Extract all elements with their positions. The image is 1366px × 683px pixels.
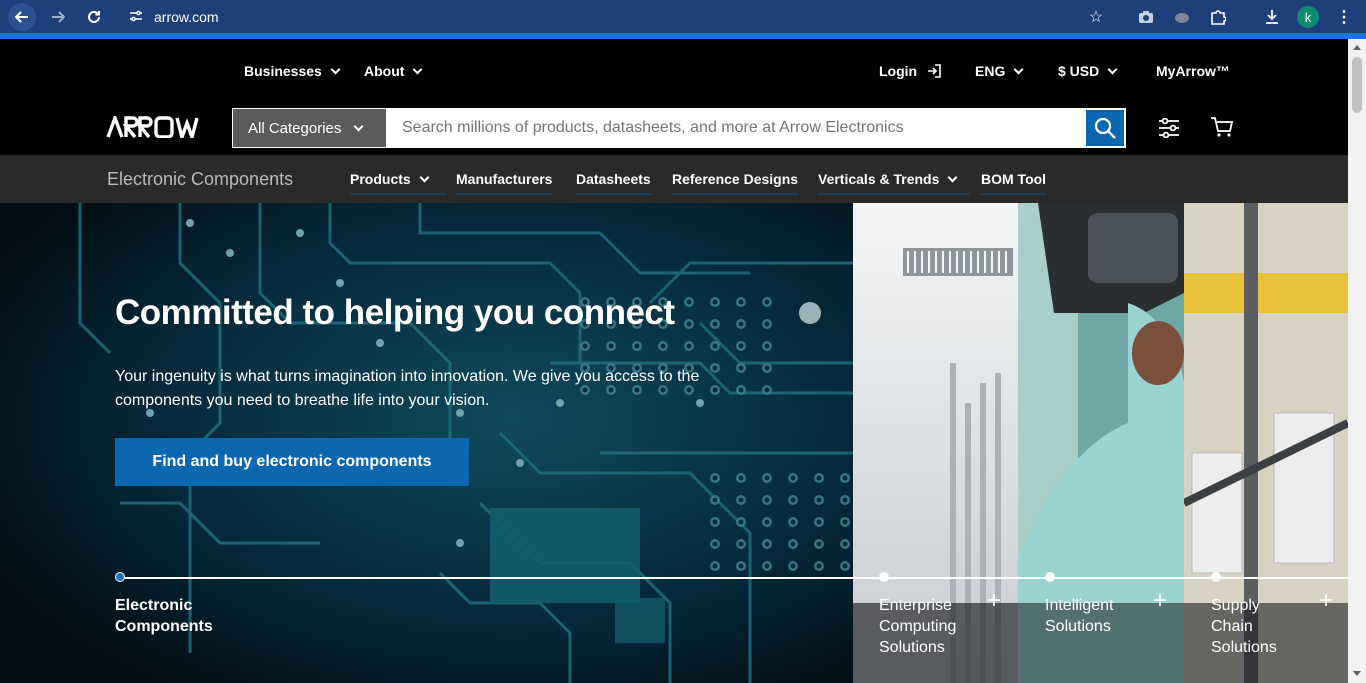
chevron-down-icon bbox=[330, 64, 341, 74]
nav-about-label: About bbox=[364, 63, 405, 79]
arrow-right-icon bbox=[52, 11, 65, 23]
segment-label-line: Electronic bbox=[115, 597, 193, 614]
search-input[interactable] bbox=[386, 109, 1086, 147]
chevron-down-icon bbox=[412, 64, 423, 74]
segment-label-line: Solutions bbox=[1045, 618, 1111, 635]
camera-extension-icon[interactable] bbox=[1136, 5, 1156, 29]
subnav-item-label: Reference Designs bbox=[672, 171, 799, 187]
vertical-scrollbar[interactable] bbox=[1348, 39, 1366, 683]
subnav-item-reference-designs[interactable]: Reference Designs bbox=[672, 171, 799, 195]
segment-label-line: Supply bbox=[1211, 597, 1260, 614]
chevron-down-icon bbox=[353, 121, 364, 131]
plus-icon[interactable]: + bbox=[1319, 589, 1333, 613]
category-label: All Categories bbox=[248, 119, 342, 137]
subnav-brand[interactable]: Electronic Components bbox=[107, 169, 293, 190]
subnav-item-label: Manufacturers bbox=[456, 171, 553, 187]
segment-label-line: Solutions bbox=[1211, 639, 1277, 656]
segment-label-supply-chain[interactable]: Supply Chain Solutions bbox=[1211, 595, 1277, 658]
subnav-item-label: Datasheets bbox=[576, 171, 651, 187]
category-subnav: Electronic Components Products Manufactu… bbox=[0, 155, 1348, 203]
scrollbar-thumb[interactable] bbox=[1352, 57, 1362, 113]
hero-description: Your ingenuity is what turns imagination… bbox=[115, 368, 700, 409]
bookmark-star-icon[interactable]: ☆ bbox=[1086, 5, 1106, 29]
chevron-down-icon bbox=[1013, 64, 1024, 74]
search-icon bbox=[1094, 117, 1116, 139]
puzzle-icon[interactable] bbox=[1208, 5, 1228, 29]
segment-label-intelligent[interactable]: Intelligent Solutions bbox=[1045, 595, 1114, 637]
scroll-down-arrow-icon[interactable] bbox=[1353, 671, 1361, 676]
subnav-item-verticals-trends[interactable]: Verticals & Trends bbox=[818, 171, 970, 195]
segment-dot-intelligent[interactable] bbox=[1045, 572, 1055, 582]
subnav-item-datasheets[interactable]: Datasheets bbox=[576, 171, 651, 195]
chevron-down-icon bbox=[419, 172, 430, 182]
download-icon[interactable] bbox=[1262, 5, 1282, 29]
plus-icon[interactable]: + bbox=[1153, 589, 1167, 613]
subnav-item-label: BOM Tool bbox=[981, 171, 1047, 187]
segment-dot-supply-chain[interactable] bbox=[1211, 572, 1221, 582]
back-button[interactable] bbox=[8, 3, 36, 31]
segment-label-electronic-components[interactable]: Electronic Components bbox=[115, 595, 213, 637]
search-bar: All Categories bbox=[232, 108, 1126, 148]
arrow-left-icon bbox=[15, 11, 28, 23]
filter-sliders-icon[interactable] bbox=[1158, 118, 1180, 138]
browser-toolbar: arrow.com ☆ k ⋮ bbox=[0, 0, 1366, 33]
profile-avatar[interactable]: k bbox=[1297, 5, 1319, 29]
site-settings-icon[interactable] bbox=[129, 9, 143, 23]
address-bar[interactable]: arrow.com bbox=[118, 3, 1118, 30]
segment-label-line: Intelligent bbox=[1045, 597, 1114, 614]
segment-progress-line bbox=[120, 577, 1348, 579]
menu-kebab-icon[interactable]: ⋮ bbox=[1334, 5, 1354, 29]
nav-businesses-label: Businesses bbox=[244, 63, 322, 79]
page-viewport: Businesses About Login ENG $ USD MyArrow… bbox=[0, 39, 1348, 683]
currency-label: $ USD bbox=[1058, 63, 1100, 79]
arrow-logo[interactable] bbox=[106, 116, 208, 138]
login-icon bbox=[928, 64, 941, 78]
forward-button[interactable] bbox=[44, 3, 72, 31]
find-components-button[interactable]: Find and buy electronic components bbox=[115, 438, 469, 486]
category-dropdown[interactable]: All Categories bbox=[233, 109, 386, 147]
subnav-item-bom-tool[interactable]: BOM Tool bbox=[981, 171, 1047, 195]
chevron-down-icon bbox=[947, 172, 958, 182]
reload-icon bbox=[88, 10, 100, 23]
segment-label-enterprise[interactable]: Enterprise Computing Solutions bbox=[879, 595, 956, 658]
subnav-item-label: Verticals & Trends bbox=[818, 171, 940, 187]
url-text: arrow.com bbox=[154, 8, 219, 25]
subnav-item-label: Products bbox=[350, 171, 411, 187]
nav-about[interactable]: About bbox=[364, 63, 423, 79]
segment-label-line: Computing bbox=[879, 618, 957, 635]
language-selector[interactable]: ENG bbox=[975, 63, 1024, 79]
myarrow-label: MyArrow™ bbox=[1156, 63, 1230, 79]
nav-businesses[interactable]: Businesses bbox=[244, 63, 341, 79]
login-label: Login bbox=[879, 63, 918, 79]
currency-selector[interactable]: $ USD bbox=[1058, 63, 1118, 79]
search-button[interactable] bbox=[1086, 110, 1124, 146]
extension-icon[interactable] bbox=[1172, 5, 1192, 29]
segment-label-line: Enterprise bbox=[879, 597, 952, 614]
segment-dot-electronic-components[interactable] bbox=[115, 572, 125, 582]
reload-button[interactable] bbox=[80, 3, 108, 31]
login-link[interactable]: Login bbox=[879, 63, 941, 79]
segment-dot-enterprise[interactable] bbox=[879, 572, 889, 582]
scroll-up-arrow-icon[interactable] bbox=[1353, 45, 1361, 50]
segment-label-line: Components bbox=[115, 618, 213, 635]
plus-icon[interactable]: + bbox=[987, 589, 1001, 613]
chevron-down-icon bbox=[1107, 64, 1118, 74]
myarrow-link[interactable]: MyArrow™ bbox=[1156, 63, 1230, 79]
segment-label-line: Chain bbox=[1211, 618, 1253, 635]
subnav-item-products[interactable]: Products bbox=[350, 171, 446, 195]
subnav-item-manufacturers[interactable]: Manufacturers bbox=[456, 171, 553, 195]
segment-label-line: Solutions bbox=[879, 639, 945, 656]
hero-title: Committed to helping you connect bbox=[115, 293, 675, 332]
cart-icon[interactable] bbox=[1210, 116, 1234, 138]
language-label: ENG bbox=[975, 63, 1006, 79]
